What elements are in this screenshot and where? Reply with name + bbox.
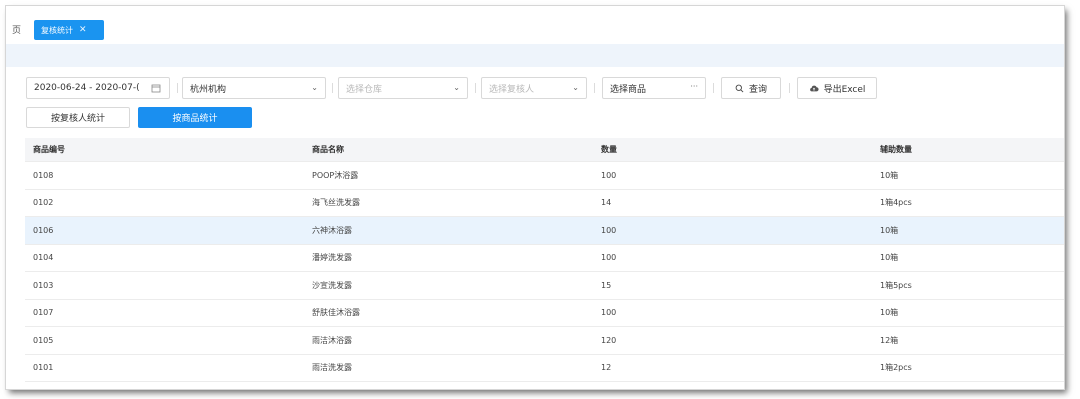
table-row[interactable]: 0102 海飞丝洗发露 14 1箱4pcs xyxy=(25,189,1064,217)
date-range-value: 2020-06-24 - 2020-07-( xyxy=(34,83,140,93)
filter-divider xyxy=(475,83,476,93)
header-product-code[interactable]: 商品编号 xyxy=(25,144,304,155)
tab-review-stats-label: 复核统计 xyxy=(41,25,73,35)
cell-quantity: 100 xyxy=(601,253,617,263)
more-icon[interactable]: ··· xyxy=(690,82,698,91)
table-header: 商品编号 商品名称 数量 辅助数量 xyxy=(25,138,1064,162)
close-icon[interactable]: ✕ xyxy=(79,25,87,35)
table-row[interactable]: 0105 雨洁沐浴露 120 12箱 xyxy=(25,327,1064,355)
product-picker[interactable]: 选择商品 ··· xyxy=(602,77,706,99)
cell-aux-quantity: 12箱 xyxy=(880,335,899,345)
header-product-name[interactable]: 商品名称 xyxy=(304,144,593,155)
cell-quantity: 100 xyxy=(601,170,617,180)
header-aux-quantity[interactable]: 辅助数量 xyxy=(872,144,1064,155)
tab-bar: 页 复核统计 ✕ xyxy=(6,6,1064,44)
warehouse-select[interactable]: 选择仓库 ⌄ xyxy=(338,77,468,99)
cell-aux-quantity: 1箱2pcs xyxy=(880,363,912,373)
cell-aux-quantity: 10箱 xyxy=(880,170,899,180)
table-row[interactable]: 0107 舒肤佳沐浴露 100 10箱 xyxy=(25,299,1064,327)
table-row[interactable]: 0106 六神沐浴露 100 10箱 xyxy=(25,217,1064,245)
export-button-label: 导出Excel xyxy=(823,84,866,95)
cell-product-code: 0102 xyxy=(33,198,54,208)
chevron-down-icon: ⌄ xyxy=(453,83,460,92)
cell-quantity: 100 xyxy=(601,308,617,318)
cell-quantity: 12 xyxy=(601,363,612,373)
by-product-toggle[interactable]: 按商品统计 xyxy=(138,107,252,128)
filter-divider xyxy=(594,83,595,93)
cell-product-name: 舒肤佳沐浴露 xyxy=(312,308,360,318)
warehouse-placeholder: 选择仓库 xyxy=(346,84,383,95)
cell-aux-quantity: 1箱4pcs xyxy=(880,198,912,208)
cell-product-name: 海飞丝洗发露 xyxy=(312,198,360,208)
header-band xyxy=(6,44,1064,67)
export-excel-button[interactable]: 导出Excel xyxy=(797,77,877,99)
cell-product-name: 六神沐浴露 xyxy=(312,225,352,235)
reviewer-placeholder: 选择复核人 xyxy=(489,84,535,95)
by-reviewer-toggle[interactable]: 按复核人统计 xyxy=(26,107,130,128)
cell-aux-quantity: 1箱5pcs xyxy=(880,280,912,290)
calendar-icon xyxy=(151,84,161,93)
table-body: 0108 POOP沐浴露 100 10箱 0102 海飞丝洗发露 14 1箱4pcs 0106 六… xyxy=(25,162,1064,382)
search-icon xyxy=(735,84,744,92)
cell-quantity: 100 xyxy=(601,225,617,235)
table-row[interactable]: 0101 雨洁洗发露 12 1箱2pcs xyxy=(25,354,1064,382)
cloud-upload-icon xyxy=(809,85,819,91)
cell-product-name: 沙宣洗发露 xyxy=(312,280,352,290)
cell-product-code: 0101 xyxy=(33,363,54,373)
cell-product-code: 0108 xyxy=(33,170,54,180)
cell-quantity: 14 xyxy=(601,198,612,208)
org-select-value: 杭州机构 xyxy=(190,84,227,95)
filter-divider xyxy=(713,83,714,93)
filter-bar: 2020-06-24 - 2020-07-( 杭州机构 ⌄ 选择仓库 ⌄ 选择复… xyxy=(6,77,1064,103)
date-range-picker[interactable]: 2020-06-24 - 2020-07-( xyxy=(26,77,170,99)
product-placeholder: 选择商品 xyxy=(610,84,647,95)
query-button-label: 查询 xyxy=(748,84,767,95)
cell-product-name: 潘婷洗发露 xyxy=(312,253,352,263)
query-button[interactable]: 查询 xyxy=(721,77,781,99)
app-frame: 页 复核统计 ✕ 2020-06-24 - 2020-07-( 杭州机构 ⌄ 选… xyxy=(6,6,1064,389)
tab-review-stats[interactable]: 复核统计 ✕ xyxy=(34,20,104,40)
header-quantity[interactable]: 数量 xyxy=(593,144,872,155)
cell-aux-quantity: 10箱 xyxy=(880,253,899,263)
chevron-down-icon: ⌄ xyxy=(572,83,579,92)
table-row[interactable]: 0108 POOP沐浴露 100 10箱 xyxy=(25,162,1064,190)
cell-product-name: POOP沐浴露 xyxy=(312,170,359,180)
cell-quantity: 120 xyxy=(601,335,617,345)
filter-divider xyxy=(789,83,790,93)
cell-product-name: 雨洁洗发露 xyxy=(312,363,352,373)
table-row[interactable]: 0103 沙宣洗发露 15 1箱5pcs xyxy=(25,272,1064,300)
org-select[interactable]: 杭州机构 ⌄ xyxy=(182,77,326,99)
table-row[interactable]: 0104 潘婷洗发露 100 10箱 xyxy=(25,244,1064,272)
cell-product-name: 雨洁沐浴露 xyxy=(312,335,352,345)
filter-divider xyxy=(177,83,178,93)
reviewer-select[interactable]: 选择复核人 ⌄ xyxy=(481,77,587,99)
cell-product-code: 0105 xyxy=(33,335,54,345)
cell-quantity: 15 xyxy=(601,280,612,290)
cell-product-code: 0106 xyxy=(33,225,54,235)
tab-bar-edge-text: 页 xyxy=(12,26,22,36)
filter-divider xyxy=(332,83,333,93)
cell-product-code: 0104 xyxy=(33,253,54,263)
cell-aux-quantity: 10箱 xyxy=(880,308,899,318)
cell-aux-quantity: 10箱 xyxy=(880,225,899,235)
cell-product-code: 0103 xyxy=(33,280,54,290)
cell-product-code: 0107 xyxy=(33,308,54,318)
stats-table: 商品编号 商品名称 数量 辅助数量 0108 POOP沐浴露 100 10箱 0102 海… xyxy=(25,138,1064,382)
chevron-down-icon: ⌄ xyxy=(311,83,318,92)
